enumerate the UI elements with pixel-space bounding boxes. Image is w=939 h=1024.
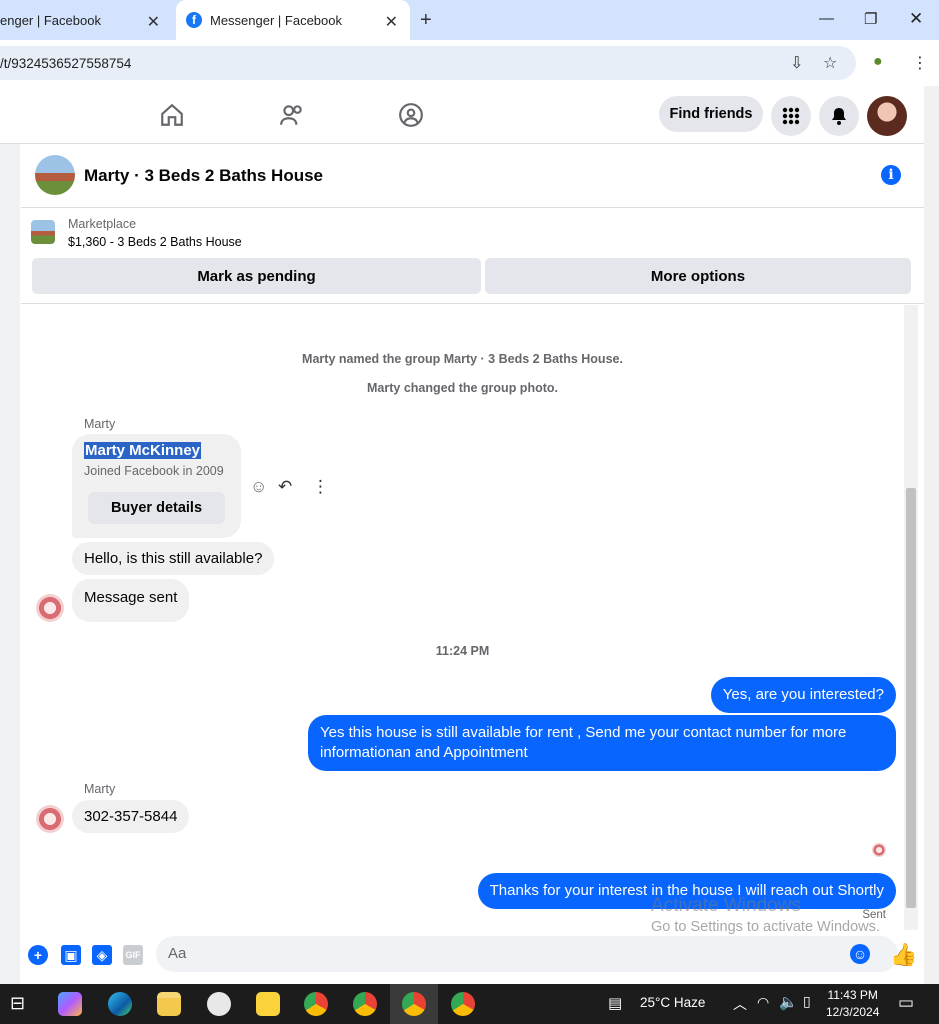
restore-icon[interactable]: ❐ [864, 10, 877, 28]
chat-scrollbar-thumb[interactable] [906, 488, 916, 908]
incoming-message[interactable]: Hello, is this still available? [72, 542, 275, 575]
tab-facebook-prev[interactable]: enger | Facebook ✕ [0, 0, 172, 40]
close-tab-icon[interactable]: ✕ [385, 12, 398, 32]
profile-joined: Joined Facebook in 2009 [84, 464, 224, 478]
groups-icon[interactable] [398, 102, 424, 128]
mark-as-pending-button[interactable]: Mark as pending [32, 258, 481, 294]
weather-text[interactable]: 25°C Haze [640, 995, 705, 1010]
page-scrollbar[interactable] [924, 86, 939, 984]
profile-icon[interactable]: ● [873, 53, 883, 71]
browser-tab-strip: enger | Facebook ✕ f Messenger | Faceboo… [0, 0, 939, 40]
message-thread: Marty named the group Marty · 3 Beds 2 B… [21, 305, 904, 930]
listing-price-title[interactable]: $1,360 - 3 Beds 2 Baths House [68, 235, 242, 249]
chrome-icon[interactable] [451, 992, 475, 1016]
minimize-icon[interactable]: — [819, 10, 834, 27]
close-window-icon[interactable]: ✕ [909, 9, 923, 29]
sticker-icon[interactable]: ◈ [92, 945, 112, 965]
url-text: /t/9324536527558754 [0, 55, 132, 71]
notifications-button[interactable] [819, 96, 859, 136]
emoji-icon[interactable]: ☺ [850, 944, 870, 964]
chrome-icon[interactable] [353, 992, 377, 1016]
more-actions-icon[interactable]: ⋮ [312, 477, 329, 497]
listing-thumbnail[interactable] [31, 220, 55, 244]
buyer-profile-card: Marty McKinney Joined Facebook in 2009 B… [72, 434, 241, 538]
edge-icon[interactable] [108, 992, 132, 1016]
marketplace-label: Marketplace [68, 217, 137, 231]
tab-messenger[interactable]: f Messenger | Facebook ✕ [176, 0, 410, 40]
sender-name: Marty [84, 417, 116, 431]
sender-avatar[interactable] [36, 805, 64, 833]
conversation-header: Marty · 3 Beds 2 Baths House i [21, 144, 924, 208]
find-friends-button[interactable]: Find friends [659, 96, 763, 132]
file-explorer-icon[interactable] [157, 992, 181, 1016]
sticky-notes-icon[interactable] [256, 992, 280, 1016]
incoming-message[interactable]: 302-357-5844 [72, 800, 190, 833]
bookmark-star-icon[interactable]: ☆ [823, 53, 837, 73]
account-avatar[interactable] [867, 96, 907, 136]
copilot-icon[interactable] [58, 992, 82, 1016]
tab-label: Messenger | Facebook [210, 12, 342, 28]
tray-chevron-icon[interactable]: ︿ [733, 994, 747, 1014]
message-input[interactable]: Aa [156, 936, 898, 972]
tab-label: enger | Facebook [0, 12, 101, 28]
activate-windows-subtitle: Go to Settings to activate Windows. [651, 919, 880, 935]
photo-icon[interactable]: ▣ [61, 945, 81, 965]
volume-icon[interactable]: 🔈 [779, 993, 798, 1011]
home-icon[interactable] [159, 102, 185, 128]
sender-name: Marty [84, 782, 116, 796]
outgoing-message[interactable]: Yes this house is still available for re… [308, 715, 896, 771]
system-message: Marty changed the group photo. [367, 381, 558, 395]
bell-icon [832, 108, 846, 125]
address-bar[interactable]: /t/9324536527558754 [0, 46, 856, 80]
outgoing-message[interactable]: Yes, are you interested? [710, 677, 896, 713]
battery-icon[interactable]: ▯ [803, 993, 811, 1010]
menu-kebab-icon[interactable]: ⋮ [912, 53, 928, 73]
grid-icon [782, 107, 800, 125]
address-bar-row: /t/9324536527558754 ⇩ ☆ ● ⋮ [0, 40, 939, 86]
timestamp: 11:24 PM [435, 644, 490, 658]
profile-name[interactable]: Marty McKinney [84, 442, 202, 459]
react-emoji-icon[interactable]: ☺ [250, 477, 267, 497]
reply-icon[interactable]: ↶ [278, 477, 292, 497]
activate-windows-title: Activate Windows [651, 895, 801, 916]
message-composer: + ▣ ◈ GIF Aa ☺ 👍 [21, 930, 924, 984]
gif-icon[interactable]: GIF [123, 945, 143, 965]
add-icon[interactable]: + [28, 945, 48, 965]
sender-avatar[interactable] [36, 594, 64, 622]
conversation-title[interactable]: Marty · 3 Beds 2 Baths House [84, 166, 323, 186]
info-icon[interactable]: i [881, 165, 901, 185]
system-message: Marty named the group Marty · 3 Beds 2 B… [302, 352, 623, 366]
like-thumb-icon[interactable]: 👍 [890, 942, 917, 968]
windows-taskbar: ⊟ ▤ 25°C Haze ︿ ◠ 🔈 ▯ 11:43 PM 12/3/2024… [0, 984, 939, 1024]
clock-time: 11:43 PM [827, 988, 878, 1002]
group-photo[interactable] [35, 155, 75, 195]
task-view-icon[interactable]: ⊟ [10, 993, 25, 1014]
notification-center-icon[interactable]: ▭ [898, 993, 914, 1013]
marketplace-bar: Marketplace $1,360 - 3 Beds 2 Baths Hous… [21, 208, 924, 304]
system-clock[interactable]: 11:43 PM 12/3/2024 [826, 987, 879, 1021]
facebook-top-nav: Find friends [0, 86, 924, 144]
chrome-icon[interactable] [304, 992, 328, 1016]
buyer-details-button[interactable]: Buyer details [88, 492, 225, 524]
paint-icon[interactable] [207, 992, 231, 1016]
new-tab-icon[interactable]: + [420, 9, 432, 32]
friends-icon[interactable] [279, 102, 305, 128]
menu-grid-button[interactable] [771, 96, 811, 136]
close-tab-icon[interactable]: ✕ [147, 12, 160, 32]
install-app-icon[interactable]: ⇩ [790, 53, 803, 73]
incoming-message[interactable]: Message sent [72, 579, 190, 622]
clock-date: 12/3/2024 [826, 1005, 880, 1019]
wifi-icon[interactable]: ◠ [757, 994, 769, 1011]
chrome-icon[interactable] [402, 992, 426, 1016]
facebook-icon: f [186, 12, 202, 28]
more-options-button[interactable]: More options [485, 258, 911, 294]
weather-icon[interactable]: ▤ [608, 994, 622, 1012]
left-scrollbar[interactable] [0, 144, 20, 984]
seen-avatar [872, 843, 886, 857]
